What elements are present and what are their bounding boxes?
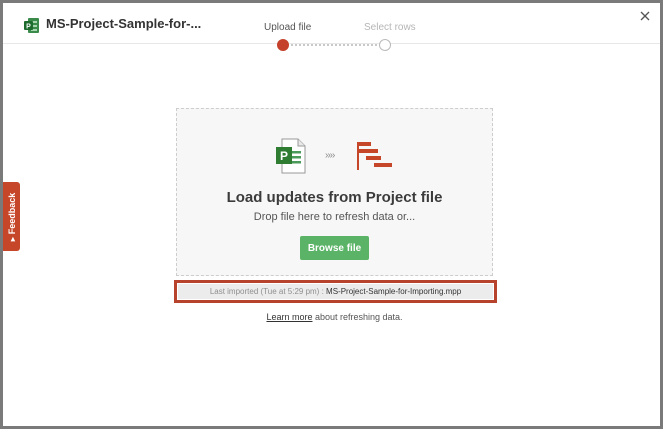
svg-text:P: P xyxy=(26,23,31,30)
drop-zone-subtext: Drop file here to refresh data or... xyxy=(253,211,416,223)
step-indicator-select-rows xyxy=(379,39,391,51)
step-connector xyxy=(291,44,377,46)
megaphone-icon: ▸ xyxy=(7,236,16,241)
step-label-select-rows: Select rows xyxy=(364,22,416,33)
learn-more-link[interactable]: Learn more xyxy=(266,312,312,322)
ms-project-file-icon: P xyxy=(276,138,306,174)
step-indicator-upload-file xyxy=(277,39,289,51)
feedback-label: Feedback xyxy=(6,192,17,234)
learn-more-suffix: about refreshing data. xyxy=(312,312,403,322)
file-title: MS-Project-Sample-for-... xyxy=(46,16,202,31)
drop-zone-heading: Load updates from Project file xyxy=(226,189,443,206)
feedback-tab[interactable]: ▸ Feedback xyxy=(3,182,20,251)
dialog-header: P MS-Project-Sample-for-... Upload file … xyxy=(3,3,660,44)
import-dialog: P MS-Project-Sample-for-... Upload file … xyxy=(0,0,663,429)
arrows-icon: ›››› xyxy=(325,150,335,161)
svg-text:P: P xyxy=(280,149,288,163)
browse-file-button[interactable]: Browse file xyxy=(300,236,369,260)
step-label-upload-file: Upload file xyxy=(264,22,312,33)
ms-project-logo-icon: P xyxy=(24,18,39,33)
learn-more-row: Learn more about refreshing data. xyxy=(176,312,493,322)
gantt-chart-icon xyxy=(357,142,392,170)
close-icon[interactable] xyxy=(638,9,652,23)
highlight-annotation-box xyxy=(174,280,497,303)
